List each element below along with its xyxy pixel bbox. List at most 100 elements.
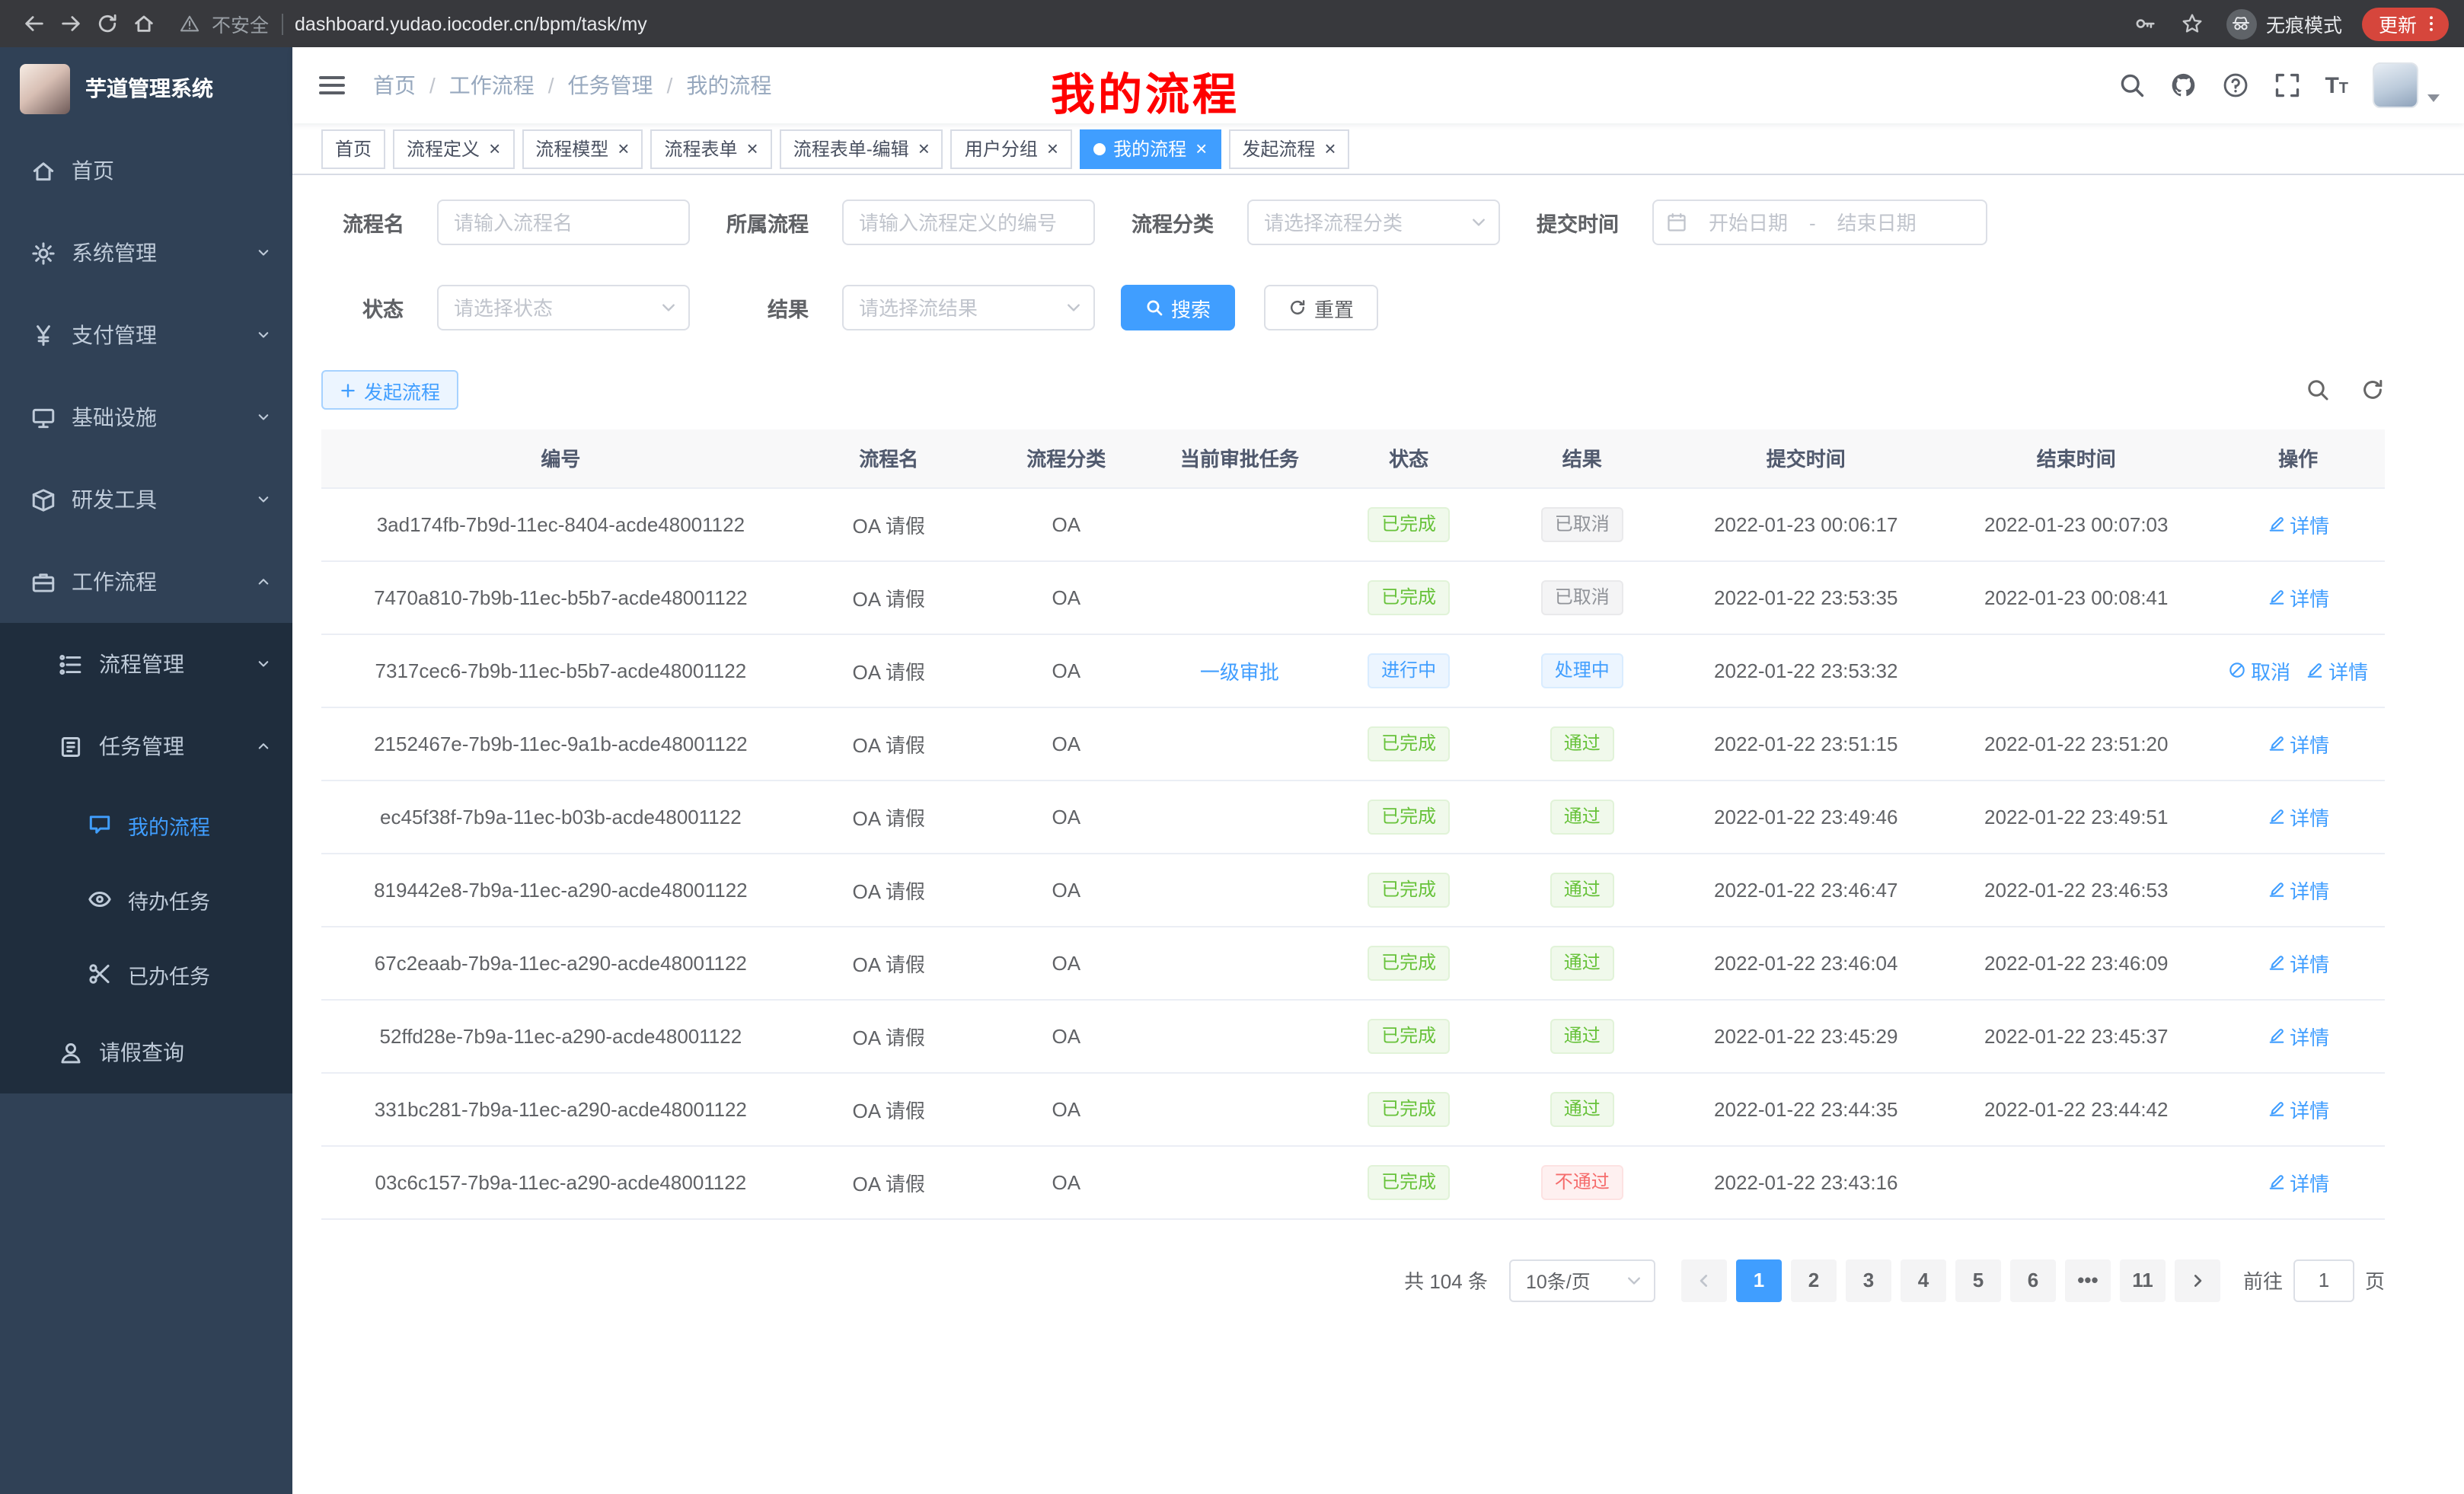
close-icon[interactable]: × bbox=[1195, 139, 1207, 158]
page-size-value[interactable] bbox=[1509, 1259, 1655, 1301]
yen-icon bbox=[30, 322, 56, 348]
pagination-page-1[interactable]: 1 bbox=[1736, 1259, 1782, 1301]
fullscreen-icon[interactable] bbox=[2273, 72, 2300, 99]
status-tag: 已完成 bbox=[1368, 945, 1450, 980]
chevron-down-icon bbox=[254, 244, 273, 262]
category-select[interactable] bbox=[1247, 200, 1500, 245]
close-icon[interactable]: × bbox=[918, 139, 930, 158]
incognito-badge[interactable]: 无痕模式 bbox=[2226, 8, 2342, 39]
status-select[interactable] bbox=[437, 285, 690, 330]
detail-action[interactable]: 详情 bbox=[2267, 1094, 2329, 1123]
sidebar-item-8[interactable]: 我的流程 bbox=[0, 787, 292, 862]
sidebar-item-4[interactable]: 研发工具 bbox=[0, 458, 292, 541]
column-header: 结束时间 bbox=[1941, 429, 2211, 487]
page-content: 流程名 所属流程 流程分类 提交 bbox=[292, 175, 2464, 1494]
start-date-input[interactable] bbox=[1693, 211, 1803, 234]
caret-down-icon bbox=[2427, 94, 2440, 102]
submit-time-range-picker[interactable]: - bbox=[1652, 200, 1987, 245]
font-size-icon[interactable]: TT bbox=[2325, 74, 2348, 97]
detail-action[interactable]: 详情 bbox=[2267, 729, 2329, 758]
chevron-down-icon bbox=[254, 408, 273, 426]
detail-action[interactable]: 详情 bbox=[2267, 875, 2329, 904]
user-menu[interactable] bbox=[2373, 62, 2440, 108]
detail-action[interactable]: 详情 bbox=[2267, 509, 2329, 538]
pagination-page-2[interactable]: 2 bbox=[1791, 1259, 1837, 1301]
detail-action[interactable]: 详情 bbox=[2267, 1021, 2329, 1050]
result-select[interactable] bbox=[842, 285, 1095, 330]
logo[interactable]: 芋道管理系统 bbox=[0, 47, 292, 129]
sidebar-item-0[interactable]: 首页 bbox=[0, 129, 292, 212]
close-icon[interactable]: × bbox=[489, 139, 500, 158]
update-button[interactable]: 更新 bbox=[2362, 7, 2449, 40]
create-process-button[interactable]: 发起流程 bbox=[321, 370, 458, 410]
bookmark-star-icon[interactable] bbox=[2179, 10, 2207, 37]
tab-7[interactable]: 发起流程× bbox=[1228, 129, 1349, 168]
browser-forward-icon[interactable] bbox=[52, 5, 88, 42]
search-icon[interactable] bbox=[2118, 72, 2145, 99]
close-icon[interactable]: × bbox=[1047, 139, 1058, 158]
current-task-link[interactable]: 一级审批 bbox=[1200, 660, 1279, 683]
chevron-up-icon bbox=[254, 573, 273, 591]
sidebar-item-1[interactable]: 系统管理 bbox=[0, 212, 292, 294]
browser-address-bar[interactable]: 不安全 dashboard.yudao.iocoder.cn/bpm/task/… bbox=[180, 9, 2132, 38]
tab-label: 流程表单-编辑 bbox=[793, 136, 909, 161]
cancel-action[interactable]: 取消 bbox=[2228, 656, 2290, 685]
process-def-input[interactable] bbox=[842, 200, 1095, 245]
pagination-page-6[interactable]: 6 bbox=[2010, 1259, 2056, 1301]
detail-action[interactable]: 详情 bbox=[2306, 656, 2368, 685]
tab-6[interactable]: 我的流程× bbox=[1080, 129, 1221, 168]
sidebar-item-10[interactable]: 已办任务 bbox=[0, 937, 292, 1011]
pagination-ellipsis[interactable]: ••• bbox=[2065, 1259, 2111, 1301]
detail-action[interactable]: 详情 bbox=[2267, 948, 2329, 977]
sidebar-item-11[interactable]: 请假查询 bbox=[0, 1011, 292, 1093]
search-toggle-icon[interactable] bbox=[2306, 378, 2330, 402]
detail-action[interactable]: 详情 bbox=[2267, 583, 2329, 611]
end-date-input[interactable] bbox=[1822, 211, 1932, 234]
sidebar-item-3[interactable]: 基础设施 bbox=[0, 376, 292, 458]
breadcrumb-item-task[interactable]: 任务管理 bbox=[568, 70, 653, 101]
password-key-icon[interactable] bbox=[2132, 10, 2159, 37]
detail-action[interactable]: 详情 bbox=[2267, 1167, 2329, 1196]
process-def-label: 所属流程 bbox=[726, 207, 809, 238]
result-tag: 通过 bbox=[1550, 945, 1614, 980]
search-button[interactable]: 搜索 bbox=[1121, 285, 1235, 330]
browser-back-icon[interactable] bbox=[15, 5, 52, 42]
column-header: 结果 bbox=[1493, 429, 1671, 487]
process-name-input[interactable] bbox=[437, 200, 690, 245]
pagination-page-11[interactable]: 11 bbox=[2120, 1259, 2166, 1301]
close-icon[interactable]: × bbox=[1324, 139, 1336, 158]
tab-2[interactable]: 流程模型× bbox=[522, 129, 643, 168]
pagination-next-button[interactable] bbox=[2175, 1259, 2220, 1301]
breadcrumb-separator: / bbox=[667, 73, 673, 97]
breadcrumb-item-workflow[interactable]: 工作流程 bbox=[449, 70, 535, 101]
detail-action[interactable]: 详情 bbox=[2267, 802, 2329, 831]
github-icon[interactable] bbox=[2169, 72, 2197, 99]
pagination-page-4[interactable]: 4 bbox=[1901, 1259, 1946, 1301]
sidebar-item-6[interactable]: 流程管理 bbox=[0, 623, 292, 705]
tab-3[interactable]: 流程表单× bbox=[650, 129, 771, 168]
browser-home-icon[interactable] bbox=[125, 5, 161, 42]
reset-button[interactable]: 重置 bbox=[1264, 285, 1378, 330]
tab-5[interactable]: 用户分组× bbox=[951, 129, 1072, 168]
pagination-page-3[interactable]: 3 bbox=[1846, 1259, 1891, 1301]
page-size-select[interactable] bbox=[1509, 1259, 1655, 1301]
refresh-table-icon[interactable] bbox=[2360, 378, 2385, 402]
close-icon[interactable]: × bbox=[747, 139, 758, 158]
detail-icon bbox=[2267, 880, 2285, 899]
sidebar-item-7[interactable]: 任务管理 bbox=[0, 705, 292, 787]
tab-0[interactable]: 首页 bbox=[321, 129, 385, 168]
breadcrumb-item-home[interactable]: 首页 bbox=[373, 70, 416, 101]
browser-reload-icon[interactable] bbox=[88, 5, 125, 42]
hamburger-icon[interactable] bbox=[317, 70, 347, 101]
tab-4[interactable]: 流程表单-编辑 × bbox=[780, 129, 943, 168]
process-name: OA 请假 bbox=[853, 1099, 925, 1122]
tab-1[interactable]: 流程定义× bbox=[393, 129, 514, 168]
goto-page-input[interactable] bbox=[2293, 1259, 2354, 1301]
pagination-prev-button[interactable] bbox=[1681, 1259, 1727, 1301]
help-icon[interactable] bbox=[2221, 72, 2249, 99]
pagination-page-5[interactable]: 5 bbox=[1955, 1259, 2001, 1301]
close-icon[interactable]: × bbox=[618, 139, 629, 158]
sidebar-item-9[interactable]: 待办任务 bbox=[0, 862, 292, 937]
sidebar-item-5[interactable]: 工作流程 bbox=[0, 541, 292, 623]
sidebar-item-2[interactable]: 支付管理 bbox=[0, 294, 292, 376]
